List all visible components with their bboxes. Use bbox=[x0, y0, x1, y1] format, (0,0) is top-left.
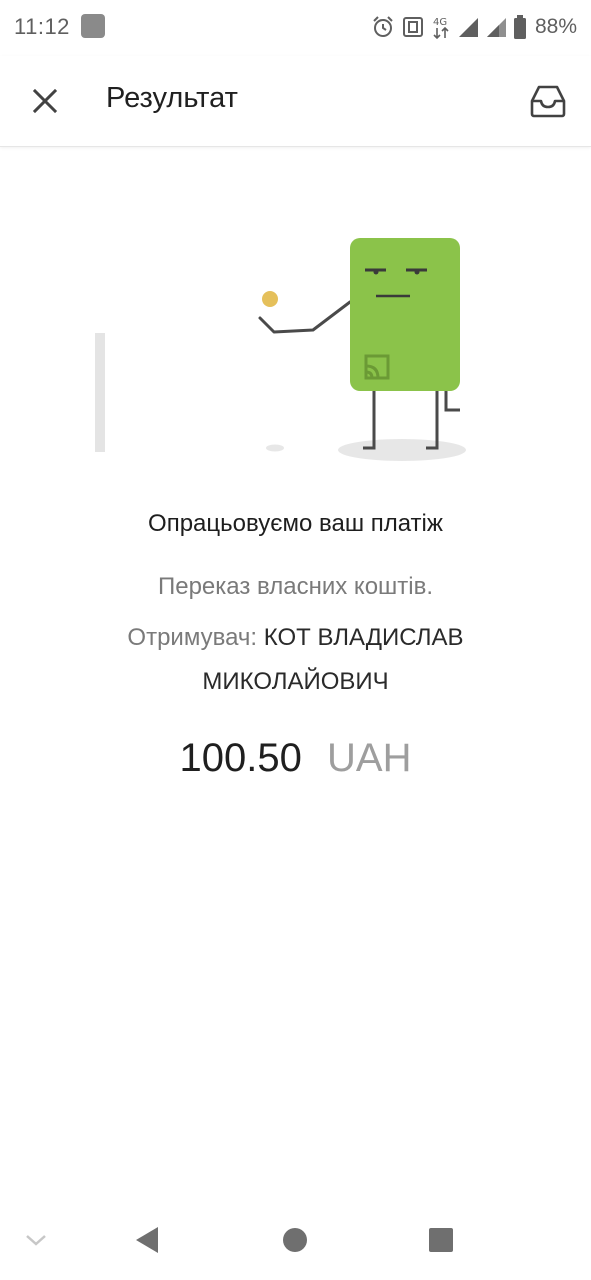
battery-percent: 88% bbox=[534, 15, 577, 38]
battery-icon bbox=[513, 15, 526, 39]
card-leg-right bbox=[426, 390, 439, 450]
hide-nav-button[interactable] bbox=[16, 1220, 56, 1260]
card-arm bbox=[258, 300, 352, 334]
status-time: 11:12 bbox=[14, 14, 70, 39]
card-shadow bbox=[338, 439, 466, 461]
close-icon bbox=[32, 88, 58, 114]
processing-illustration bbox=[95, 238, 466, 461]
recents-icon bbox=[429, 1228, 453, 1252]
inbox-icon bbox=[530, 85, 566, 118]
progress-bar-decoration bbox=[95, 333, 105, 452]
alarm-icon bbox=[373, 16, 393, 37]
transfer-type: Переказ власних коштів. bbox=[157, 573, 434, 600]
chevron-down-icon bbox=[26, 1235, 46, 1246]
amount-row: 100.50 UAH bbox=[0, 736, 591, 781]
coin-icon bbox=[262, 291, 278, 307]
recipient-block: Отримувач: КОТ ВЛАДИСЛАВ МИКОЛАЙОВИЧ bbox=[100, 616, 491, 704]
network-label: 4G bbox=[433, 17, 447, 28]
app-bar: Результат bbox=[0, 56, 591, 147]
amount-value: 100.50 bbox=[179, 736, 302, 780]
coin-shadow bbox=[266, 444, 284, 452]
back-icon bbox=[136, 1227, 158, 1253]
back-button[interactable] bbox=[127, 1220, 167, 1260]
signal-icon bbox=[458, 18, 478, 37]
close-button[interactable] bbox=[20, 76, 70, 126]
network-4g-icon: 4G bbox=[433, 17, 449, 40]
nfc-icon bbox=[402, 17, 423, 37]
home-icon bbox=[283, 1228, 307, 1252]
signal-icon-2 bbox=[486, 18, 506, 37]
card-leg-left bbox=[363, 390, 376, 450]
page-title: Результат bbox=[106, 82, 238, 114]
processing-title: Опрацьовуємо ваш платіж bbox=[148, 510, 443, 537]
status-bar: 11:12 4G 88% bbox=[0, 0, 591, 56]
recipient-label: Отримувач: bbox=[127, 624, 258, 651]
recents-button[interactable] bbox=[421, 1220, 461, 1260]
app-notification-icon bbox=[81, 14, 105, 38]
amount-currency: UAH bbox=[327, 736, 412, 780]
home-button[interactable] bbox=[275, 1220, 315, 1260]
inbox-button[interactable] bbox=[523, 76, 573, 126]
system-nav-bar bbox=[0, 1200, 591, 1280]
status-icons: 4G 88% bbox=[371, 13, 577, 41]
